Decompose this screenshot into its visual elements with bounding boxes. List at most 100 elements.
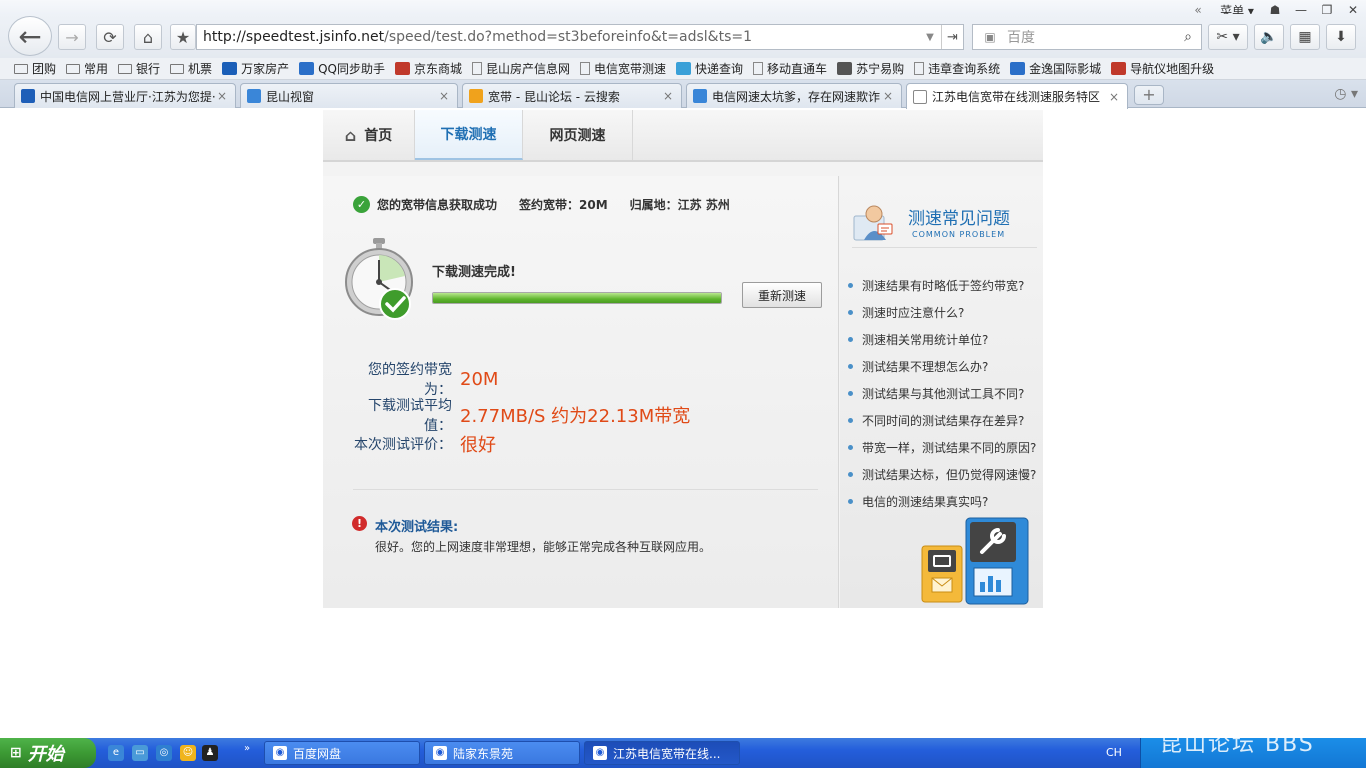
faq-question: 测速时应注意什么? [862, 306, 965, 320]
taskbar-window-button[interactable]: ◉ 陆家东景苑 [424, 741, 580, 765]
taskbar-window-label: 陆家东景苑 [453, 746, 514, 761]
bookmark-item[interactable]: QQ同步助手 [299, 60, 385, 77]
go-arrow-icon[interactable]: ⇥ [941, 25, 963, 49]
bookmark-item[interactable]: 电信宽带测速 [580, 60, 666, 77]
url-dropdown-icon[interactable]: ▼ [919, 32, 941, 43]
retest-button[interactable]: 重新测速 [742, 282, 822, 308]
tab-history-icon[interactable]: ◷ ▾ [1334, 86, 1358, 102]
rating-row: 本次测试评价： 很好 [343, 431, 496, 457]
site-icon [1010, 62, 1026, 75]
bullet-icon [848, 499, 853, 504]
close-tab-icon[interactable]: × [661, 89, 675, 103]
faq-item[interactable]: 电信的测速结果真实吗? [848, 488, 1043, 515]
bookmark-item[interactable]: 快递查询 [676, 60, 743, 77]
bookmark-item[interactable]: 团购 [14, 60, 56, 77]
folder-icon [118, 63, 133, 74]
tab-favicon-icon [693, 89, 707, 103]
taskbar-window-button[interactable]: ◉ 百度网盘 [264, 741, 420, 765]
browser-quicklaunch-icon[interactable]: ◎ [156, 745, 172, 761]
search-icon[interactable]: ⌕ [1175, 29, 1201, 45]
close-tab-icon[interactable]: × [437, 89, 451, 103]
address-bar[interactable]: http://speedtest.jsinfo.net/speed/test.d… [196, 24, 964, 50]
nav-web-test[interactable]: 网页测速 [523, 110, 633, 160]
refresh-button[interactable]: ⟳ [96, 24, 124, 50]
bookmark-label: 银行 [136, 62, 161, 76]
taskbar-window-label: 江苏电信宽带在线... [613, 746, 721, 761]
bookmark-item[interactable]: 机票 [170, 60, 212, 77]
rating-value: 很好 [460, 435, 496, 456]
bullet-icon [848, 445, 853, 450]
bullet-icon [848, 472, 853, 477]
taskbar-window-button[interactable]: ◉ 江苏电信宽带在线... [584, 741, 740, 765]
bookmark-item[interactable]: 银行 [118, 60, 160, 77]
faq-question: 测试结果不理想怎么办? [862, 360, 989, 374]
faq-title: 测速常见问题 [908, 209, 1010, 229]
check-circle-icon: ✓ [353, 196, 370, 213]
url-text[interactable]: http://speedtest.jsinfo.net/speed/test.d… [197, 29, 919, 45]
start-button[interactable]: ⊞ 开始 [0, 738, 96, 768]
sound-button[interactable]: 🔈 [1254, 24, 1284, 50]
bookmark-label: 金逸国际影城 [1029, 62, 1102, 76]
favorite-button[interactable]: ★ [170, 24, 196, 50]
browser-tab[interactable]: 电信网速太坑爹，存在网速欺诈， × [686, 83, 902, 108]
browser-tab[interactable]: 江苏电信宽带在线测速服务特区「 × [906, 83, 1128, 109]
folder-icon [14, 63, 28, 74]
new-tab-button[interactable]: + [1134, 85, 1164, 105]
faq-item[interactable]: 不同时间的测试结果存在差异? [848, 407, 1043, 434]
bookmark-item[interactable]: 金逸国际影城 [1010, 60, 1101, 77]
page-icon [472, 62, 482, 75]
search-input[interactable]: 百度 [1007, 27, 1175, 47]
forward-button[interactable]: → [58, 24, 86, 50]
bookmark-item[interactable]: 导航仪地图升级 [1111, 60, 1214, 77]
progress-fill [433, 293, 721, 303]
download-icon: ⬇ [1335, 29, 1347, 45]
bookmark-item[interactable]: 移动直通车 [753, 60, 827, 77]
home-icon: ⌂ [344, 125, 357, 145]
tab-title: 中国电信网上营业厅·江苏为您提· [40, 89, 215, 104]
ie-icon[interactable]: e [108, 745, 124, 761]
bookmark-item[interactable]: 苏宁易购 [837, 60, 904, 77]
search-engine-icon[interactable]: ▣ [973, 30, 1007, 44]
home-button[interactable]: ⌂ [134, 24, 162, 50]
bookmark-item[interactable]: 京东商城 [394, 60, 462, 77]
bookmark-label: 机票 [188, 62, 213, 76]
nav-download-test[interactable]: 下载测速 [415, 110, 523, 160]
faq-item[interactable]: 测速时应注意什么? [848, 299, 1043, 326]
navigation-bar: ← → ⟳ ⌂ ★ http://speedtest.jsinfo.net/sp… [0, 14, 1366, 58]
conclusion-title: 本次测试结果: [375, 520, 459, 535]
bookmark-item[interactable]: 万家房产 [222, 60, 289, 77]
browser-tab[interactable]: 昆山视窗 × [240, 83, 458, 108]
browser-tab[interactable]: 宽带 - 昆山论坛 - 云搜索 × [462, 83, 682, 108]
faq-item[interactable]: 测速结果有时略低于签约带宽? [848, 272, 1043, 299]
bullet-icon [848, 418, 853, 423]
faq-item[interactable]: 测试结果不理想怎么办? [848, 353, 1043, 380]
faq-item[interactable]: 测速相关常用统计单位? [848, 326, 1043, 353]
faq-question: 不同时间的测试结果存在差异? [862, 414, 1025, 428]
toolbox-button[interactable]: ▦ [1290, 24, 1320, 50]
browser-tab[interactable]: 中国电信网上营业厅·江苏为您提· × [14, 83, 236, 108]
back-button[interactable]: ← [8, 16, 52, 56]
close-tab-icon[interactable]: × [215, 89, 229, 103]
bookmark-item[interactable]: 昆山房产信息网 [472, 60, 570, 77]
progress-bar [432, 292, 722, 304]
back-arrow-icon: ← [18, 19, 42, 53]
tab-title: 宽带 - 昆山论坛 - 云搜索 [488, 89, 620, 104]
nav-home[interactable]: ⌂ 首页 [323, 110, 415, 160]
download-button[interactable]: ⬇ [1326, 24, 1356, 50]
bookmark-item[interactable]: 常用 [66, 60, 108, 77]
bookmark-label: 快递查询 [695, 62, 744, 76]
close-tab-icon[interactable]: × [1107, 90, 1121, 104]
desktop-icon[interactable]: ▭ [132, 745, 148, 761]
search-box[interactable]: ▣ 百度 ⌕ [972, 24, 1202, 50]
faq-item[interactable]: 带宽一样，测试结果不同的原因? [848, 434, 1043, 461]
chat-icon[interactable]: ☺ [180, 745, 196, 761]
faq-item[interactable]: 测试结果与其他测试工具不同? [848, 380, 1043, 407]
bookmark-item[interactable]: 违章查询系统 [914, 60, 1000, 77]
faq-item[interactable]: 测试结果达标，但仍觉得网速慢? [848, 461, 1043, 488]
language-indicator[interactable]: CH [1106, 746, 1122, 759]
close-tab-icon[interactable]: × [881, 89, 895, 103]
screenshot-button[interactable]: ✂ ▾ [1208, 24, 1248, 50]
tab-title: 昆山视窗 [266, 89, 315, 104]
quicklaunch-expand-icon[interactable]: » [244, 743, 250, 754]
qq-icon[interactable]: ♟ [202, 745, 218, 761]
